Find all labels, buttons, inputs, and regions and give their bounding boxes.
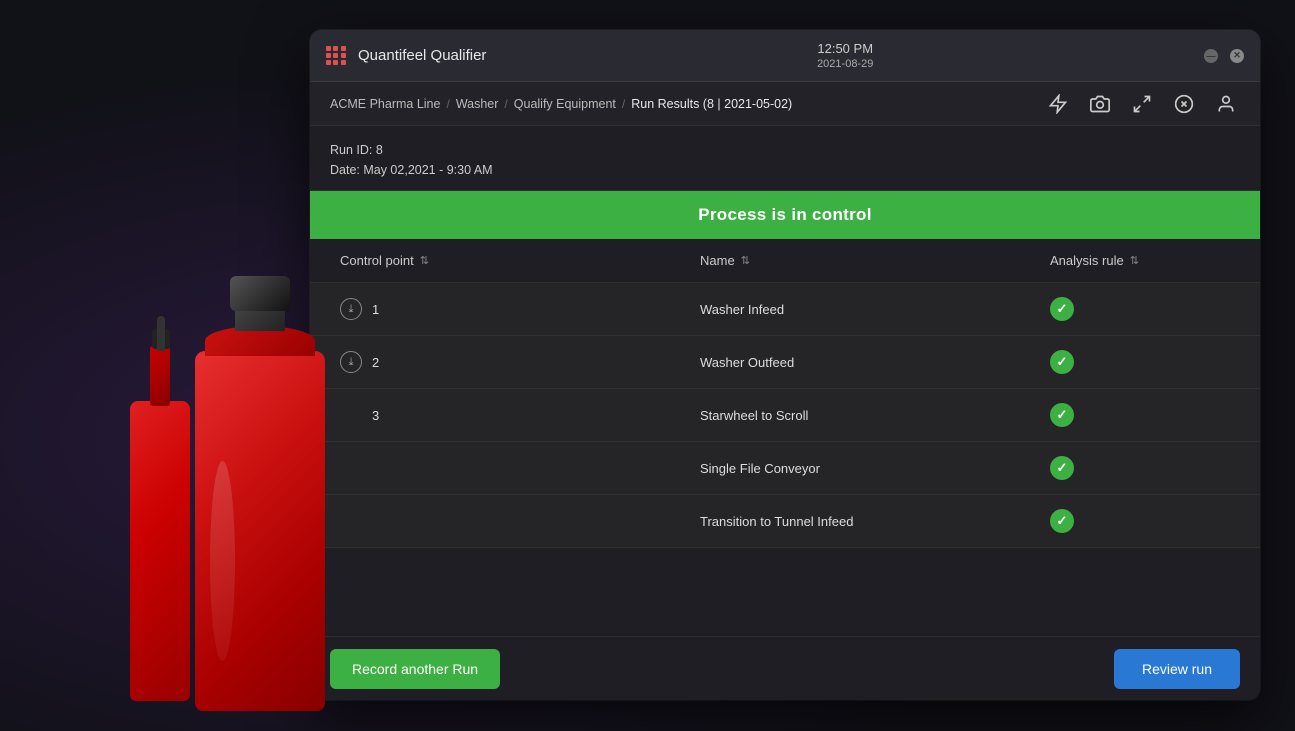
app-window: Quantifeel Qualifier 12:50 PM 2021-08-29… bbox=[310, 30, 1260, 700]
user-icon[interactable] bbox=[1212, 90, 1240, 118]
row-expand-1[interactable]: ⤓ bbox=[340, 351, 362, 373]
breadcrumb-item-3: Run Results (8 | 2021-05-02) bbox=[631, 97, 792, 111]
th-analysis-rule[interactable]: Analysis rule ⇅ bbox=[1040, 239, 1240, 282]
td-name-1: Washer Outfeed bbox=[690, 341, 1040, 384]
app-logo bbox=[326, 46, 346, 66]
table-body: ⤓ 1 Washer Infeed ⤓ 2 Washer Outfeed bbox=[310, 283, 1260, 548]
td-rule-3 bbox=[1040, 442, 1240, 494]
breadcrumb-item-1[interactable]: Washer bbox=[456, 97, 499, 111]
td-control-point-0: ⤓ 1 bbox=[330, 284, 690, 334]
footer: Record another Run Review run bbox=[310, 636, 1260, 700]
check-circle-0 bbox=[1050, 297, 1074, 321]
table-row: ⤓ 2 Washer Outfeed bbox=[310, 336, 1260, 389]
record-another-run-button[interactable]: Record another Run bbox=[330, 649, 500, 689]
titlebar: Quantifeel Qualifier 12:50 PM 2021-08-29… bbox=[310, 30, 1260, 82]
bolt-icon[interactable] bbox=[1044, 90, 1072, 118]
table-row: Single File Conveyor bbox=[310, 442, 1260, 495]
td-control-point-4 bbox=[330, 507, 690, 535]
td-rule-0 bbox=[1040, 283, 1240, 335]
table-row: ⤓ 1 Washer Infeed bbox=[310, 283, 1260, 336]
time-display: 12:50 PM bbox=[817, 41, 873, 56]
td-rule-1 bbox=[1040, 336, 1240, 388]
th-control-point[interactable]: Control point ⇅ bbox=[330, 239, 690, 282]
close-x-icon[interactable] bbox=[1170, 90, 1198, 118]
table-header: Control point ⇅ Name ⇅ Analysis rule ⇅ bbox=[310, 239, 1260, 283]
expand-icon[interactable] bbox=[1128, 90, 1156, 118]
status-banner: Process is in control bbox=[310, 191, 1260, 239]
breadcrumb-bar: ACME Pharma Line / Washer / Qualify Equi… bbox=[310, 82, 1260, 126]
titlebar-center: 12:50 PM 2021-08-29 bbox=[817, 41, 873, 70]
table-row: Transition to Tunnel Infeed bbox=[310, 495, 1260, 548]
td-name-4: Transition to Tunnel Infeed bbox=[690, 500, 1040, 543]
td-name-0: Washer Infeed bbox=[690, 288, 1040, 331]
review-run-button[interactable]: Review run bbox=[1114, 649, 1240, 689]
run-info: Run ID: 8 Date: May 02,2021 - 9:30 AM bbox=[310, 126, 1260, 191]
td-rule-2 bbox=[1040, 389, 1240, 441]
breadcrumb-sep-1: / bbox=[504, 97, 507, 111]
td-name-3: Single File Conveyor bbox=[690, 447, 1040, 490]
sort-icon-0: ⇅ bbox=[420, 254, 429, 267]
td-control-point-1: ⤓ 2 bbox=[330, 337, 690, 387]
check-circle-1 bbox=[1050, 350, 1074, 374]
td-rule-4 bbox=[1040, 495, 1240, 547]
titlebar-right: — ✕ bbox=[1204, 49, 1244, 63]
minimize-button[interactable]: — bbox=[1204, 49, 1218, 63]
check-circle-4 bbox=[1050, 509, 1074, 533]
content-area: Run ID: 8 Date: May 02,2021 - 9:30 AM Pr… bbox=[310, 126, 1260, 700]
breadcrumb: ACME Pharma Line / Washer / Qualify Equi… bbox=[330, 97, 792, 111]
close-button[interactable]: ✕ bbox=[1230, 49, 1244, 63]
check-circle-2 bbox=[1050, 403, 1074, 427]
app-title: Quantifeel Qualifier bbox=[358, 47, 486, 64]
breadcrumb-sep-2: / bbox=[622, 97, 625, 111]
row-expand-0[interactable]: ⤓ bbox=[340, 298, 362, 320]
status-text: Process is in control bbox=[698, 205, 872, 224]
th-name[interactable]: Name ⇅ bbox=[690, 239, 1040, 282]
table-row: 3 Starwheel to Scroll bbox=[310, 389, 1260, 442]
breadcrumb-sep-0: / bbox=[446, 97, 449, 111]
camera-icon[interactable] bbox=[1086, 90, 1114, 118]
run-id: Run ID: 8 bbox=[330, 140, 1240, 160]
td-control-point-3 bbox=[330, 454, 690, 482]
check-circle-3 bbox=[1050, 456, 1074, 480]
breadcrumb-item-2[interactable]: Qualify Equipment bbox=[514, 97, 616, 111]
titlebar-left: Quantifeel Qualifier bbox=[326, 46, 486, 66]
sort-icon-2: ⇅ bbox=[1130, 254, 1139, 267]
sort-icon-1: ⇅ bbox=[741, 254, 750, 267]
breadcrumb-icons bbox=[1044, 90, 1240, 118]
td-control-point-2: 3 bbox=[330, 394, 690, 437]
breadcrumb-item-0[interactable]: ACME Pharma Line bbox=[330, 97, 440, 111]
td-name-2: Starwheel to Scroll bbox=[690, 394, 1040, 437]
run-date: Date: May 02,2021 - 9:30 AM bbox=[330, 160, 1240, 180]
date-display: 2021-08-29 bbox=[817, 58, 873, 70]
